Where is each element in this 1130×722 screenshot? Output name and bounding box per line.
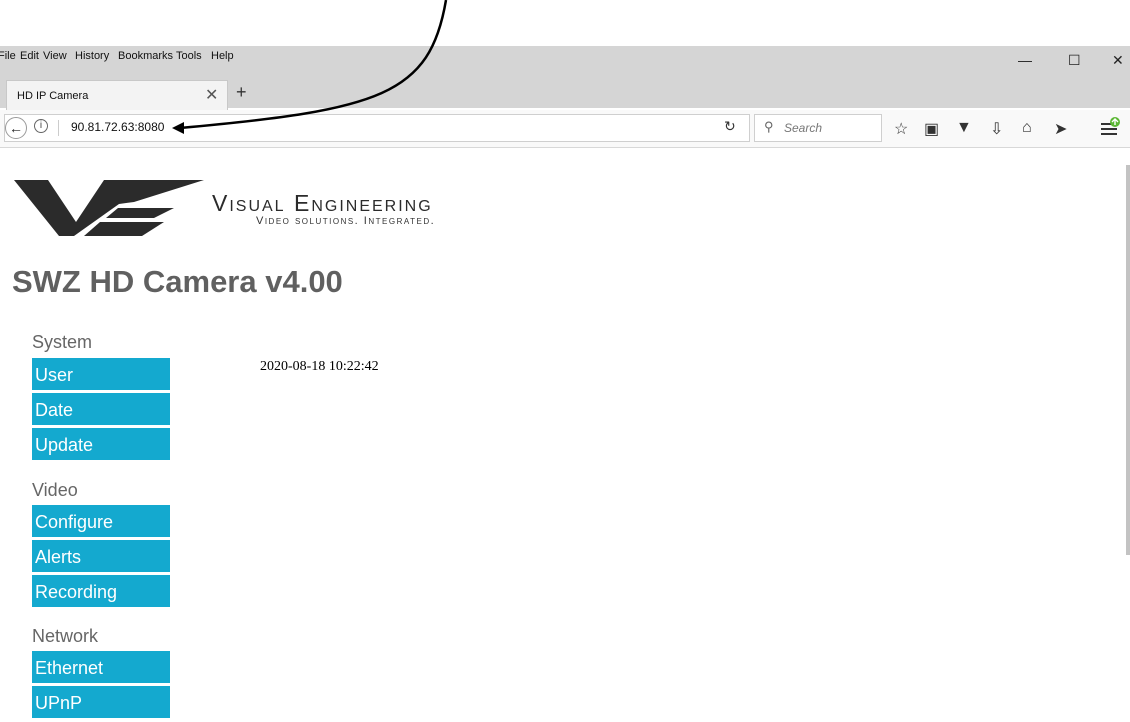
menu-help[interactable]: Help xyxy=(211,50,234,62)
url-separator xyxy=(58,120,59,136)
menu-view[interactable]: View xyxy=(43,50,67,62)
bookmark-star-icon[interactable]: ☆ xyxy=(894,119,908,139)
close-window-button[interactable]: ✕ xyxy=(1112,52,1124,69)
download-icon[interactable]: ⇩ xyxy=(990,119,1003,139)
nav-update-button[interactable]: Update xyxy=(32,428,170,460)
current-datetime: 2020-08-18 10:22:42 xyxy=(260,359,379,374)
menu-history[interactable]: History xyxy=(75,50,109,62)
page-title: SWZ HD Camera v4.00 xyxy=(12,264,343,299)
menu-bar: File Edit View History Bookmarks Tools H… xyxy=(0,46,1000,68)
page-scrollbar[interactable] xyxy=(1126,165,1130,555)
menu-bookmarks[interactable]: Bookmarks xyxy=(118,50,173,62)
section-video: Video xyxy=(32,480,78,500)
nav-configure-button[interactable]: Configure xyxy=(32,505,170,537)
pocket-icon[interactable]: ▼ xyxy=(956,119,972,137)
search-placeholder: Search xyxy=(784,121,823,135)
send-icon[interactable]: ➤ xyxy=(1054,119,1067,139)
brand-name: Visual Engineering xyxy=(212,190,433,216)
back-arrow-icon[interactable]: ← xyxy=(5,117,27,139)
home-icon[interactable]: ⌂ xyxy=(1022,119,1032,137)
minimize-button[interactable]: — xyxy=(1018,52,1032,68)
tab-title: HD IP Camera xyxy=(17,90,89,102)
bookmarks-library-icon[interactable]: ▣ xyxy=(924,119,939,139)
nav-date-button[interactable]: Date xyxy=(32,393,170,425)
menu-edit[interactable]: Edit xyxy=(20,50,39,62)
hamburger-menu-icon[interactable] xyxy=(1100,117,1122,144)
menu-tools[interactable]: Tools xyxy=(176,50,202,62)
search-icon: ⚲ xyxy=(764,119,774,134)
tab-hd-ip-camera[interactable]: HD IP Camera ✕ xyxy=(6,80,228,110)
reload-icon[interactable]: ↻ xyxy=(724,118,736,135)
section-network: Network xyxy=(32,626,99,646)
info-icon[interactable]: i xyxy=(34,119,48,133)
section-system: System xyxy=(32,332,93,352)
close-icon[interactable]: ✕ xyxy=(205,85,218,105)
url-text[interactable]: 90.81.72.63:8080 xyxy=(71,120,164,134)
nav-user-button[interactable]: User xyxy=(32,358,170,390)
maximize-button[interactable]: ☐ xyxy=(1068,52,1081,69)
nav-upnp-button[interactable]: UPnP xyxy=(32,686,170,718)
new-tab-button[interactable]: + xyxy=(236,82,247,103)
ve-logo xyxy=(14,180,204,236)
nav-alerts-button[interactable]: Alerts xyxy=(32,540,170,572)
nav-recording-button[interactable]: Recording xyxy=(32,575,170,607)
brand-tagline: Video solutions. Integrated. xyxy=(256,215,436,227)
menu-file[interactable]: File xyxy=(0,50,16,62)
nav-ethernet-button[interactable]: Ethernet xyxy=(32,651,170,683)
